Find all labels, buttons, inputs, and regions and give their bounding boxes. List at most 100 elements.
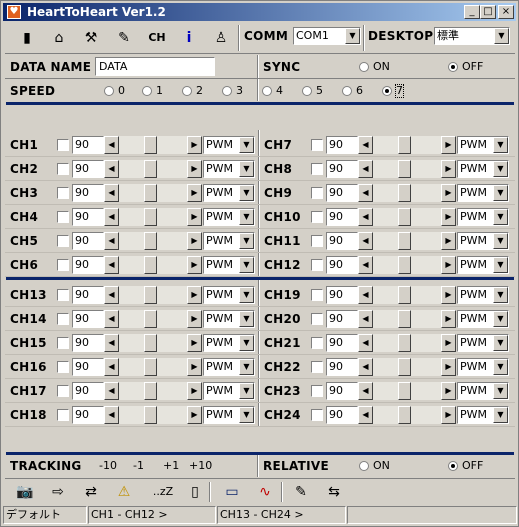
tracking-button[interactable]: -10 xyxy=(99,460,117,472)
tracking-button[interactable]: +1 xyxy=(163,460,179,472)
channel-mode-select[interactable]: PWM ▼ xyxy=(457,334,509,352)
scroll-right-icon[interactable]: ▶ xyxy=(441,160,456,178)
slider-thumb[interactable] xyxy=(398,256,411,274)
channel-slider[interactable]: ◀ ▶ xyxy=(104,256,202,274)
channel-mode-select[interactable]: PWM ▼ xyxy=(457,406,509,424)
scroll-right-icon[interactable]: ▶ xyxy=(187,310,202,328)
slider-thumb[interactable] xyxy=(398,208,411,226)
channel-slider[interactable]: ◀ ▶ xyxy=(104,184,202,202)
channel-checkbox[interactable] xyxy=(311,139,323,151)
channel-checkbox[interactable] xyxy=(57,211,69,223)
chevron-down-icon[interactable]: ▼ xyxy=(239,233,254,249)
channel-value-input[interactable]: 90 xyxy=(72,136,104,154)
maximize-button[interactable]: □ xyxy=(480,5,496,19)
scroll-left-icon[interactable]: ◀ xyxy=(104,358,119,376)
speed-radio-6[interactable] xyxy=(342,86,352,96)
scroll-left-icon[interactable]: ◀ xyxy=(104,286,119,304)
channel-value-input[interactable]: 90 xyxy=(326,208,358,226)
scroll-left-icon[interactable]: ◀ xyxy=(104,406,119,424)
chevron-down-icon[interactable]: ▼ xyxy=(345,28,360,44)
channel-slider[interactable]: ◀ ▶ xyxy=(358,382,456,400)
channel-value-input[interactable]: 90 xyxy=(326,136,358,154)
slider-thumb[interactable] xyxy=(144,184,157,202)
slider-thumb[interactable] xyxy=(144,208,157,226)
chevron-down-icon[interactable]: ▼ xyxy=(493,311,508,327)
channel-checkbox[interactable] xyxy=(311,235,323,247)
scroll-right-icon[interactable]: ▶ xyxy=(187,358,202,376)
scroll-right-icon[interactable]: ▶ xyxy=(441,286,456,304)
scroll-left-icon[interactable]: ◀ xyxy=(104,382,119,400)
channel-checkbox[interactable] xyxy=(311,361,323,373)
channel-mode-select[interactable]: PWM ▼ xyxy=(457,256,509,274)
channel-mode-select[interactable]: PWM ▼ xyxy=(203,232,255,250)
channel-checkbox[interactable] xyxy=(311,163,323,175)
scroll-left-icon[interactable]: ◀ xyxy=(104,208,119,226)
channel-value-input[interactable]: 90 xyxy=(72,406,104,424)
scroll-right-icon[interactable]: ▶ xyxy=(441,136,456,154)
chevron-down-icon[interactable]: ▼ xyxy=(239,161,254,177)
scroll-right-icon[interactable]: ▶ xyxy=(441,310,456,328)
chevron-down-icon[interactable]: ▼ xyxy=(239,287,254,303)
chevron-down-icon[interactable]: ▼ xyxy=(239,311,254,327)
comm-select[interactable]: COM1 ▼ xyxy=(293,27,361,45)
channel-checkbox[interactable] xyxy=(57,235,69,247)
channel-mode-select[interactable]: PWM ▼ xyxy=(457,184,509,202)
channel-slider[interactable]: ◀ ▶ xyxy=(358,232,456,250)
chevron-down-icon[interactable]: ▼ xyxy=(493,233,508,249)
battery-icon[interactable]: ▮ xyxy=(15,27,39,49)
edit-icon[interactable]: ✎ xyxy=(289,481,313,503)
channel-mode-select[interactable]: PWM ▼ xyxy=(457,286,509,304)
channel-slider[interactable]: ◀ ▶ xyxy=(104,208,202,226)
channel-checkbox[interactable] xyxy=(57,313,69,325)
channel-value-input[interactable]: 90 xyxy=(72,256,104,274)
channel-slider[interactable]: ◀ ▶ xyxy=(104,286,202,304)
channel-checkbox[interactable] xyxy=(311,337,323,349)
channel-mode-select[interactable]: PWM ▼ xyxy=(203,334,255,352)
channel-mode-select[interactable]: PWM ▼ xyxy=(203,382,255,400)
channel-value-input[interactable]: 90 xyxy=(326,358,358,376)
chevron-down-icon[interactable]: ▼ xyxy=(239,185,254,201)
channel-mode-select[interactable]: PWM ▼ xyxy=(457,160,509,178)
window-icon[interactable]: ▭ xyxy=(220,481,244,503)
channel-value-input[interactable]: 90 xyxy=(326,256,358,274)
scroll-right-icon[interactable]: ▶ xyxy=(441,382,456,400)
chevron-down-icon[interactable]: ▼ xyxy=(239,383,254,399)
channel-value-input[interactable]: 90 xyxy=(72,160,104,178)
scroll-left-icon[interactable]: ◀ xyxy=(358,406,373,424)
channel-slider[interactable]: ◀ ▶ xyxy=(104,160,202,178)
slider-thumb[interactable] xyxy=(398,406,411,424)
channel-slider[interactable]: ◀ ▶ xyxy=(358,334,456,352)
channel-checkbox[interactable] xyxy=(311,313,323,325)
channel-slider[interactable]: ◀ ▶ xyxy=(358,256,456,274)
mouse-icon[interactable]: ▯ xyxy=(183,481,207,503)
slider-thumb[interactable] xyxy=(398,334,411,352)
slider-thumb[interactable] xyxy=(398,310,411,328)
channel-value-input[interactable]: 90 xyxy=(326,310,358,328)
sync-on-radio[interactable] xyxy=(359,62,369,72)
channel-mode-select[interactable]: PWM ▼ xyxy=(203,208,255,226)
scroll-left-icon[interactable]: ◀ xyxy=(358,256,373,274)
channel-value-input[interactable]: 90 xyxy=(72,286,104,304)
channel-value-input[interactable]: 90 xyxy=(326,406,358,424)
graph-icon[interactable]: ∿ xyxy=(253,481,277,503)
scroll-left-icon[interactable]: ◀ xyxy=(104,310,119,328)
info-icon[interactable]: i xyxy=(177,27,201,49)
slider-thumb[interactable] xyxy=(398,136,411,154)
channel-checkbox[interactable] xyxy=(57,361,69,373)
channel-mode-select[interactable]: PWM ▼ xyxy=(457,382,509,400)
scroll-left-icon[interactable]: ◀ xyxy=(358,160,373,178)
slider-thumb[interactable] xyxy=(398,358,411,376)
channel-checkbox[interactable] xyxy=(57,337,69,349)
channel-checkbox[interactable] xyxy=(57,385,69,397)
channel-mode-select[interactable]: PWM ▼ xyxy=(203,160,255,178)
channel-value-input[interactable]: 90 xyxy=(326,334,358,352)
channel-mode-select[interactable]: PWM ▼ xyxy=(203,256,255,274)
chevron-down-icon[interactable]: ▼ xyxy=(239,257,254,273)
chevron-down-icon[interactable]: ▼ xyxy=(493,161,508,177)
speed-radio-1[interactable] xyxy=(142,86,152,96)
relative-on-radio[interactable] xyxy=(359,461,369,471)
scroll-right-icon[interactable]: ▶ xyxy=(187,184,202,202)
slider-thumb[interactable] xyxy=(144,358,157,376)
relative-off-radio[interactable] xyxy=(448,461,458,471)
sync-icon[interactable]: ⇄ xyxy=(79,481,103,503)
